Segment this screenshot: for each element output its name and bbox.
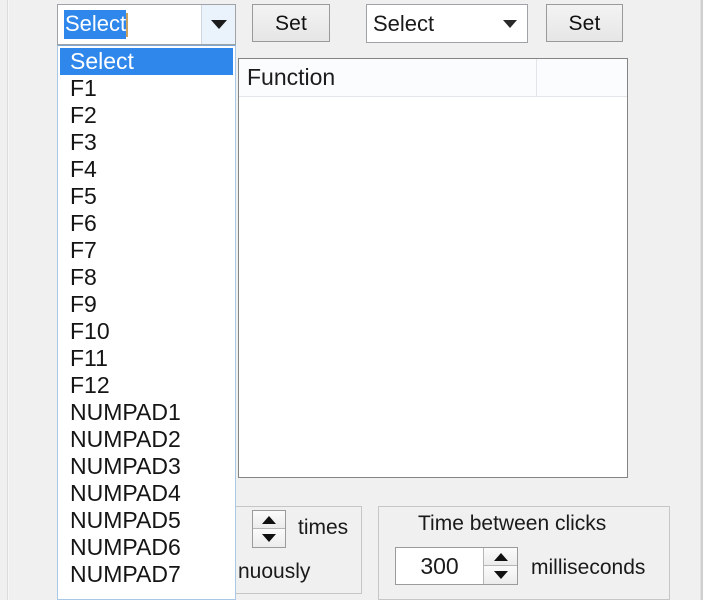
action-combobox-arrow-button[interactable]: [493, 5, 527, 42]
repeat-continuously-label: nuously: [238, 560, 311, 583]
hotkey-dropdown-item[interactable]: F4: [60, 156, 233, 183]
text-caret: [126, 12, 129, 37]
function-grid-body[interactable]: [239, 97, 627, 477]
hotkey-dropdown-item[interactable]: Select: [60, 48, 233, 75]
milliseconds-label: milliseconds: [531, 556, 646, 579]
repeat-count-spinner-up[interactable]: [253, 511, 285, 529]
action-combobox-value: Select: [373, 10, 435, 36]
time-between-clicks-spinner-up[interactable]: [484, 548, 517, 566]
hotkey-dropdown-item[interactable]: NUMPAD1: [60, 399, 233, 426]
action-set-button-label: Set: [568, 11, 601, 35]
time-between-clicks-spin-buttons[interactable]: [483, 548, 517, 584]
hotkey-dropdown-item[interactable]: NUMPAD3: [60, 453, 233, 480]
hotkey-dropdown-item[interactable]: F7: [60, 237, 233, 264]
hotkey-set-button-label: Set: [274, 11, 308, 35]
function-grid-header: Function: [239, 59, 627, 97]
triangle-down-icon: [493, 571, 508, 579]
hotkey-dropdown-item[interactable]: NUMPAD4: [60, 480, 233, 507]
chevron-down-icon: [503, 19, 517, 28]
action-set-button[interactable]: Set: [546, 4, 623, 42]
hotkey-dropdown-item[interactable]: NUMPAD7: [60, 561, 233, 588]
hotkey-dropdown-list[interactable]: Select F1 F2 F3 F4 F5 F6 F7 F8 F9 F10 F11 F12 NUMPAD1…: [57, 45, 236, 600]
time-between-clicks-title: Time between clicks: [418, 512, 607, 535]
hotkey-dropdown-item[interactable]: F2: [60, 102, 233, 129]
hotkey-dropdown-item[interactable]: F9: [60, 291, 233, 318]
hotkey-combobox-field[interactable]: Select: [58, 5, 201, 44]
hotkey-dropdown-item[interactable]: F6: [60, 210, 233, 237]
repeat-times-label: times: [298, 516, 349, 539]
repeat-count-spinner[interactable]: [252, 510, 286, 548]
window-border-left-inner: [8, 0, 9, 600]
triangle-up-icon: [493, 552, 508, 561]
hotkey-dropdown-item[interactable]: NUMPAD6: [60, 534, 233, 561]
hotkey-combobox-arrow-button[interactable]: [201, 5, 235, 44]
hotkey-dropdown-item[interactable]: NUMPAD2: [60, 426, 233, 453]
hotkey-dropdown-item[interactable]: F1: [60, 75, 233, 102]
hotkey-combobox-value: Select: [64, 10, 127, 39]
function-grid-column-function[interactable]: Function: [239, 59, 537, 96]
hotkey-dropdown-item[interactable]: F5: [60, 183, 233, 210]
hotkey-dropdown-items[interactable]: Select F1 F2 F3 F4 F5 F6 F7 F8 F9 F10 F11 F12 NUMPAD1…: [60, 48, 233, 599]
repeat-count-spinner-down[interactable]: [253, 529, 285, 547]
hotkey-dropdown-item[interactable]: NUMPAD5: [60, 507, 233, 534]
action-combobox-field: Select: [367, 5, 493, 42]
hotkey-combobox[interactable]: Select: [57, 4, 236, 45]
chevron-down-icon: [210, 20, 227, 29]
hotkey-dropdown-item[interactable]: F12: [60, 372, 233, 399]
hotkey-dropdown-item[interactable]: F3: [60, 129, 233, 156]
function-grid-column-secondary[interactable]: [537, 59, 627, 96]
time-between-clicks-stepper[interactable]: 300: [395, 547, 518, 585]
time-between-clicks-spinner-down[interactable]: [484, 566, 517, 584]
triangle-down-icon: [262, 534, 276, 542]
hotkey-set-button[interactable]: Set: [252, 4, 330, 42]
application-window: Select Set Select Set Function times nuo…: [0, 0, 709, 600]
window-outside-right: [703, 0, 709, 600]
triangle-up-icon: [262, 515, 276, 524]
time-between-clicks-value[interactable]: 300: [396, 548, 483, 584]
hotkey-dropdown-item[interactable]: F8: [60, 264, 233, 291]
function-grid-column-function-label: Function: [247, 64, 336, 90]
hotkey-dropdown-item[interactable]: F11: [60, 345, 233, 372]
hotkey-dropdown-item[interactable]: F10: [60, 318, 233, 345]
function-grid[interactable]: Function: [238, 58, 628, 478]
action-combobox[interactable]: Select: [366, 4, 528, 43]
